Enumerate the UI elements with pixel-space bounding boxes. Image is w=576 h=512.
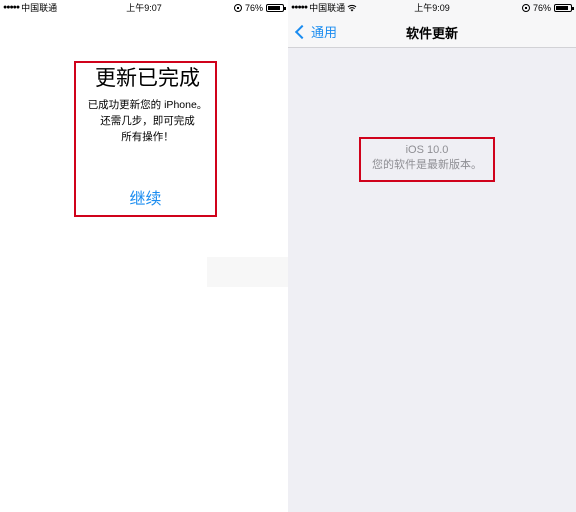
status-right: 76% bbox=[233, 0, 286, 16]
right-screen: ●●●●● 中国联通 上午9:09 76% 通用 软件更新 iOS 10.0 您… bbox=[288, 0, 576, 512]
continue-button[interactable]: 继续 bbox=[76, 185, 215, 209]
battery-icon bbox=[554, 4, 574, 12]
dialog-message-line: 还需几步，即可完成 bbox=[100, 115, 195, 127]
battery-icon bbox=[266, 4, 286, 12]
dialog-message: 已成功更新您的 iPhone。 还需几步，即可完成 所有操作！ bbox=[76, 97, 219, 145]
dialog-message-line: 已成功更新您的 iPhone。 bbox=[87, 99, 208, 111]
left-screen: ●●●●● 中国联通 上午9:07 76% 更新已完成 已成功更新您的 iPho… bbox=[0, 0, 288, 512]
update-complete-dialog: 更新已完成 已成功更新您的 iPhone。 还需几步，即可完成 所有操作！ 继续 bbox=[74, 61, 217, 217]
update-status-box: iOS 10.0 您的软件是最新版本。 bbox=[359, 137, 495, 182]
page-title: 软件更新 bbox=[405, 26, 458, 41]
ios-version: iOS 10.0 bbox=[405, 144, 449, 156]
battery-percent: 76% bbox=[532, 3, 551, 13]
up-to-date-message: 您的软件是最新版本。 bbox=[372, 159, 482, 171]
status-bar: ●●●●● 中国联通 上午9:07 76% bbox=[0, 0, 288, 16]
dialog-title: 更新已完成 bbox=[95, 67, 200, 90]
battery-percent: 76% bbox=[244, 3, 263, 13]
orientation-lock-icon bbox=[521, 4, 530, 12]
status-right: 76% bbox=[521, 0, 574, 16]
dialog-message-line: 所有操作！ bbox=[121, 131, 174, 143]
orientation-lock-icon bbox=[233, 4, 242, 12]
navigation-bar: 通用 软件更新 bbox=[288, 16, 576, 48]
faded-overlay bbox=[207, 257, 288, 287]
status-bar: ●●●●● 中国联通 上午9:09 76% bbox=[288, 0, 576, 16]
